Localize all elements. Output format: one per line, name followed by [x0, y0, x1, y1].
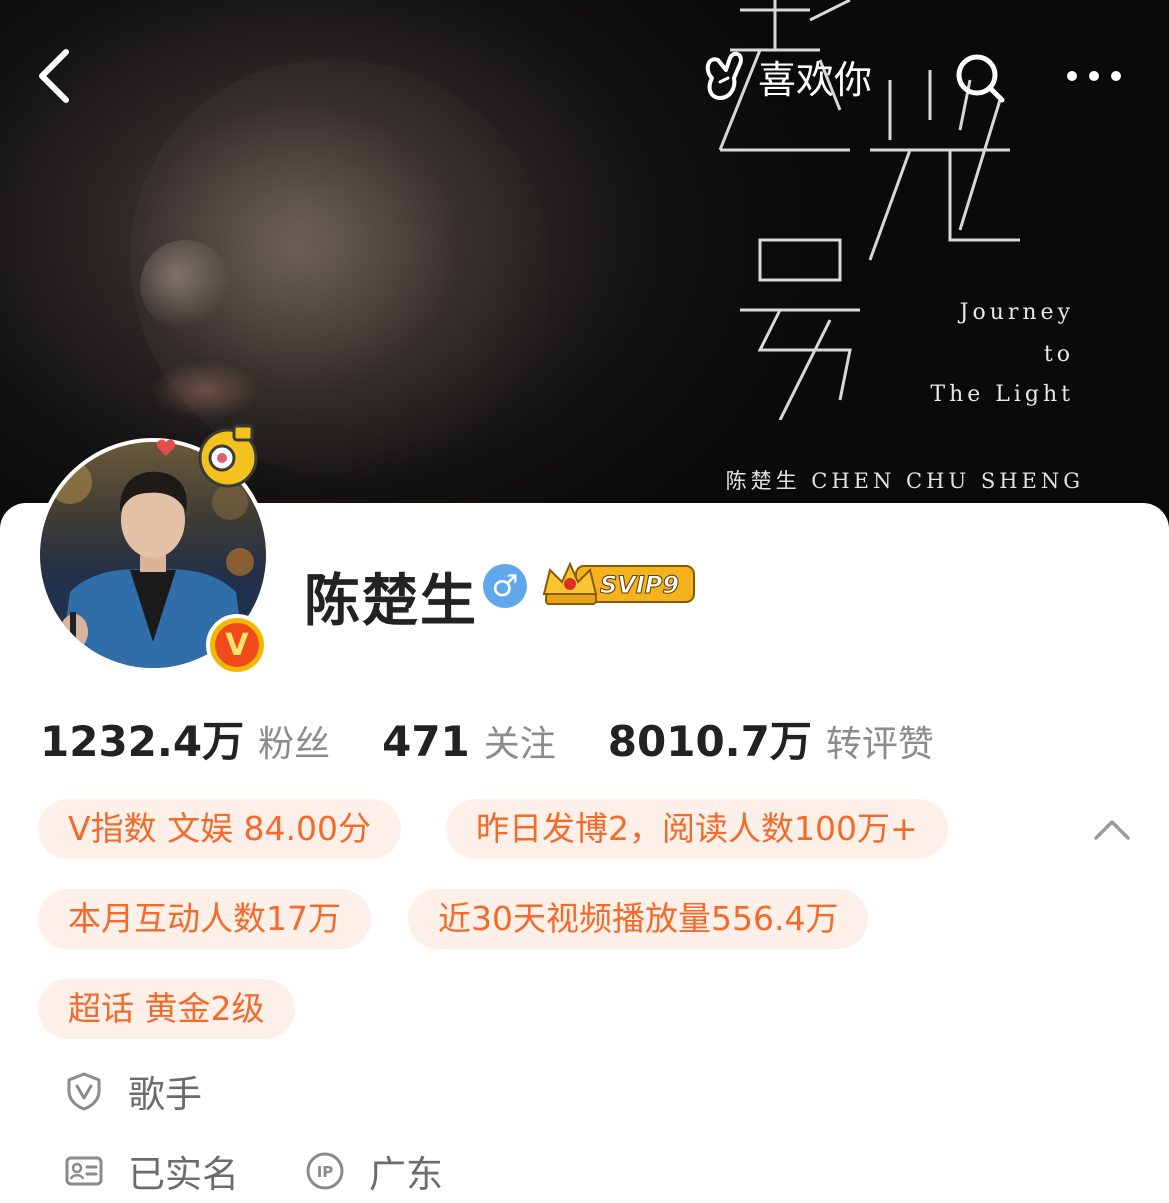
search-icon — [956, 54, 1005, 103]
shield-v-icon — [67, 1072, 101, 1111]
cover-portrait-highlight — [140, 240, 230, 330]
cover-subtitle-line2: to — [1043, 342, 1074, 367]
search-button[interactable] — [950, 48, 1010, 108]
realname-text: 已实名 — [128, 1153, 239, 1196]
ip-location-row[interactable]: IP 广东 — [305, 1146, 443, 1196]
back-button[interactable] — [28, 40, 88, 112]
chip-v-index[interactable]: V指数 文娱 84.00分 — [38, 799, 402, 859]
cover-subtitle-line1: Journey — [959, 300, 1074, 325]
chevron-up-icon — [1094, 820, 1130, 840]
more-options-button[interactable] — [1062, 58, 1126, 94]
occupation-text: 歌手 — [128, 1073, 202, 1116]
stat-fans[interactable]: 1232.4万 粉丝 — [40, 708, 330, 769]
stat-interactions-label: 转评赞 — [825, 724, 934, 765]
id-card-icon — [65, 1156, 103, 1186]
cover-portrait-lips — [150, 360, 260, 420]
like-you-label: 喜欢你 — [758, 57, 873, 102]
profile-name: 陈楚生 — [304, 569, 478, 634]
realname-row[interactable]: 已实名 — [64, 1146, 239, 1196]
stat-following-label: 关注 — [483, 724, 556, 765]
svip-badge[interactable]: SVIP9 — [540, 556, 700, 612]
chip-monthly-interactions[interactable]: 本月互动人数17万 — [38, 889, 371, 949]
stat-fans-value: 1232.4万 — [40, 717, 245, 766]
stats-row: 1232.4万 粉丝 471 关注 8010.7万 转评赞 — [40, 708, 986, 768]
chip-super-topic[interactable]: 超话 黄金2级 — [38, 979, 295, 1039]
stat-following-value: 471 — [382, 717, 470, 766]
collapse-button[interactable] — [1090, 812, 1134, 848]
svip-label: SVIP9 — [600, 571, 679, 599]
stat-following[interactable]: 471 关注 — [382, 715, 556, 767]
stat-interactions-value: 8010.7万 — [607, 717, 812, 766]
svg-text:IP: IP — [317, 1163, 334, 1181]
verified-v-icon: V — [215, 623, 259, 667]
occupation-row[interactable]: 歌手 — [64, 1066, 202, 1116]
stat-fans-label: 粉丝 — [258, 724, 331, 765]
chip-posts-yesterday[interactable]: 昨日发博2，阅读人数100万+ — [446, 799, 948, 859]
cover-subtitle-line3: The Light — [930, 382, 1074, 407]
ip-location-text: 广东 — [369, 1153, 443, 1196]
avatar-pendant-camera-icon — [156, 424, 258, 488]
ip-icon: IP — [306, 1152, 344, 1190]
stat-interactions[interactable]: 8010.7万 转评赞 — [608, 708, 934, 769]
cover-credit: 陈楚生 CHEN CHU SHENG — [725, 469, 1084, 493]
chevron-left-icon — [39, 49, 69, 103]
male-gender-icon: ♂ — [483, 564, 527, 608]
like-you-button[interactable]: 喜欢你 — [700, 48, 872, 104]
verified-badge[interactable]: V — [206, 614, 268, 676]
chip-video-plays[interactable]: 近30天视频播放量556.4万 — [408, 889, 869, 949]
more-dots-icon — [1067, 71, 1121, 81]
heart-fingers-icon — [705, 51, 743, 100]
